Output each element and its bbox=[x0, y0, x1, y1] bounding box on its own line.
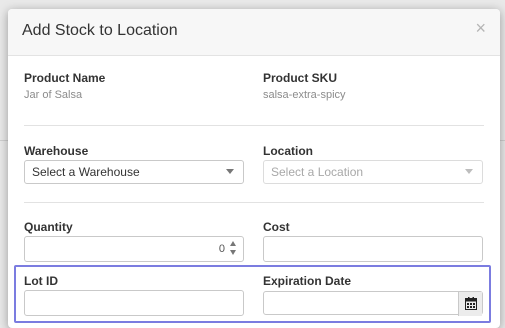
cost-field[interactable] bbox=[263, 236, 483, 262]
stepper-down-icon[interactable] bbox=[230, 250, 236, 255]
calendar-button[interactable] bbox=[458, 292, 482, 316]
product-sku-label: Product SKU bbox=[263, 71, 338, 85]
calendar-icon bbox=[465, 297, 477, 310]
quantity-value: 0 bbox=[218, 243, 225, 255]
section-divider bbox=[24, 125, 484, 126]
expiration-date-field[interactable] bbox=[263, 291, 483, 316]
stepper-arrows[interactable] bbox=[230, 241, 238, 257]
close-icon[interactable]: × bbox=[475, 18, 486, 39]
chevron-down-icon bbox=[465, 169, 473, 174]
location-select-value: Select a Location bbox=[271, 165, 364, 179]
cost-label: Cost bbox=[263, 220, 290, 234]
location-select[interactable]: Select a Location bbox=[263, 160, 483, 184]
product-name-value: Jar of Salsa bbox=[24, 89, 83, 101]
warehouse-select-value: Select a Warehouse bbox=[32, 165, 140, 179]
background-divider bbox=[500, 140, 505, 141]
quantity-stepper[interactable]: 0 bbox=[24, 236, 244, 262]
product-name-label: Product Name bbox=[24, 71, 106, 85]
lot-id-field[interactable] bbox=[24, 290, 244, 316]
warehouse-select[interactable]: Select a Warehouse bbox=[24, 160, 244, 184]
background-divider bbox=[0, 140, 8, 141]
modal-header: Add Stock to Location × bbox=[8, 9, 500, 56]
lot-id-label: Lot ID bbox=[24, 274, 58, 288]
warehouse-label: Warehouse bbox=[24, 144, 89, 158]
stepper-up-icon[interactable] bbox=[230, 241, 236, 246]
quantity-label: Quantity bbox=[24, 220, 73, 234]
product-sku-value: salsa-extra-spicy bbox=[263, 89, 346, 101]
chevron-down-icon bbox=[226, 169, 234, 174]
expiration-date-label: Expiration Date bbox=[263, 274, 352, 288]
modal-title: Add Stock to Location bbox=[22, 22, 178, 39]
location-label: Location bbox=[263, 144, 313, 158]
add-stock-modal: Add Stock to Location × Product Name Jar… bbox=[8, 9, 500, 328]
section-divider bbox=[24, 202, 484, 203]
